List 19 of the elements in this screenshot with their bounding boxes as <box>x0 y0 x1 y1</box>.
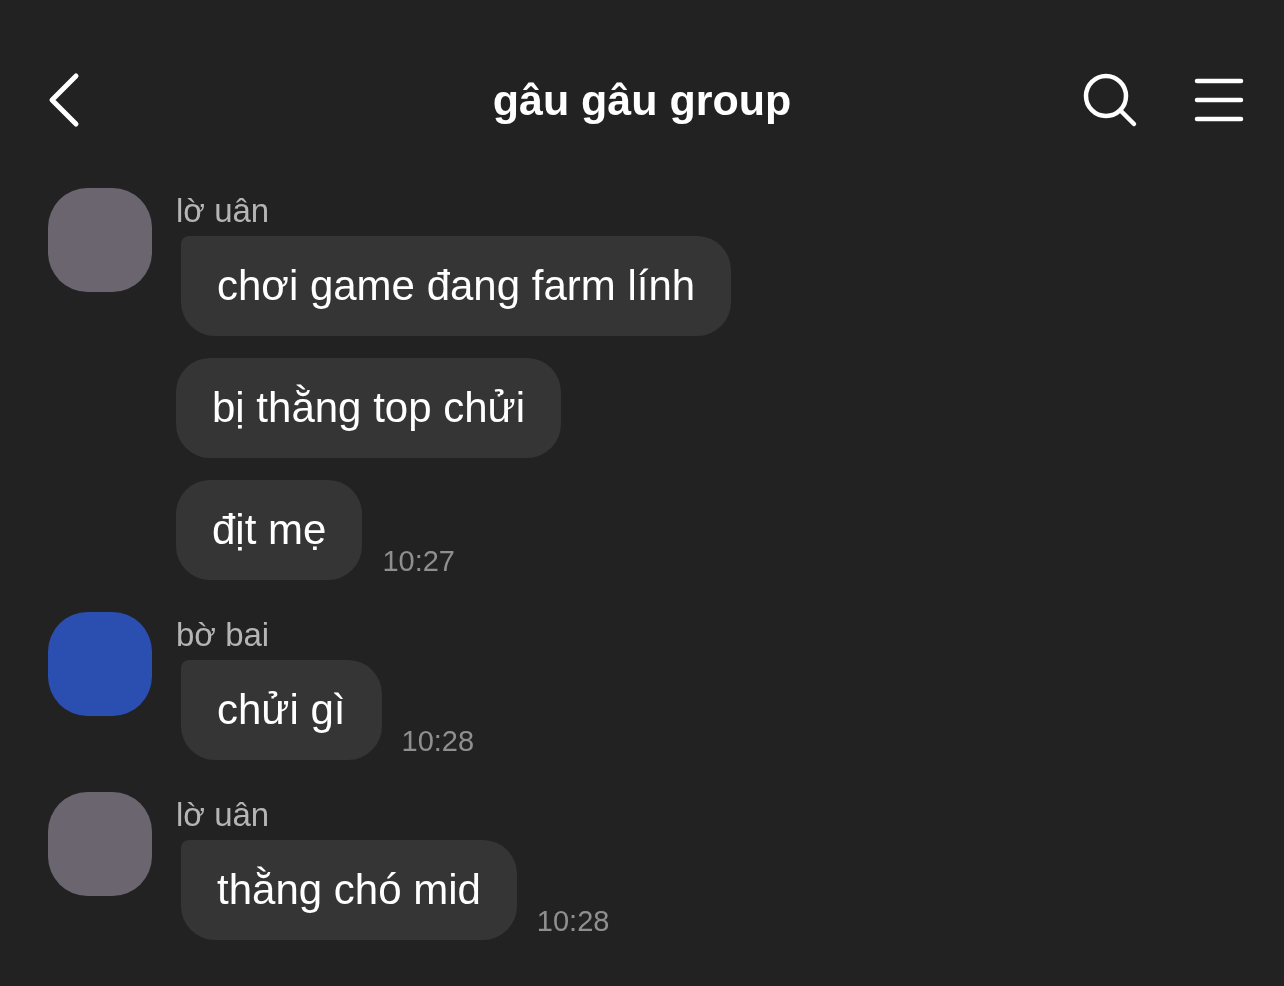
message-bubble: bị thằng top chửi <box>176 358 561 458</box>
avatar[interactable] <box>48 612 152 716</box>
avatar[interactable] <box>48 792 152 896</box>
message-bubble: chơi game đang farm lính <box>181 236 732 336</box>
message-bubble: chửi gì <box>181 660 382 760</box>
sender-name: bờ bai <box>176 616 271 654</box>
menu-icon <box>1194 77 1244 123</box>
message-bubble: địt mẹ <box>176 480 363 580</box>
message-bubble: thằng chó mid <box>181 840 517 940</box>
message-time: 10:28 <box>536 905 610 938</box>
chat-title: gâu gâu group <box>492 75 792 125</box>
menu-button[interactable] <box>1194 77 1244 123</box>
sender-name: lờ uân <box>176 192 271 230</box>
search-button[interactable] <box>1082 72 1138 128</box>
message-time: 10:27 <box>382 545 455 578</box>
message-time: 10:28 <box>401 725 475 758</box>
sender-name: lờ uân <box>176 796 271 834</box>
search-icon <box>1082 72 1138 128</box>
avatar[interactable] <box>48 188 152 292</box>
